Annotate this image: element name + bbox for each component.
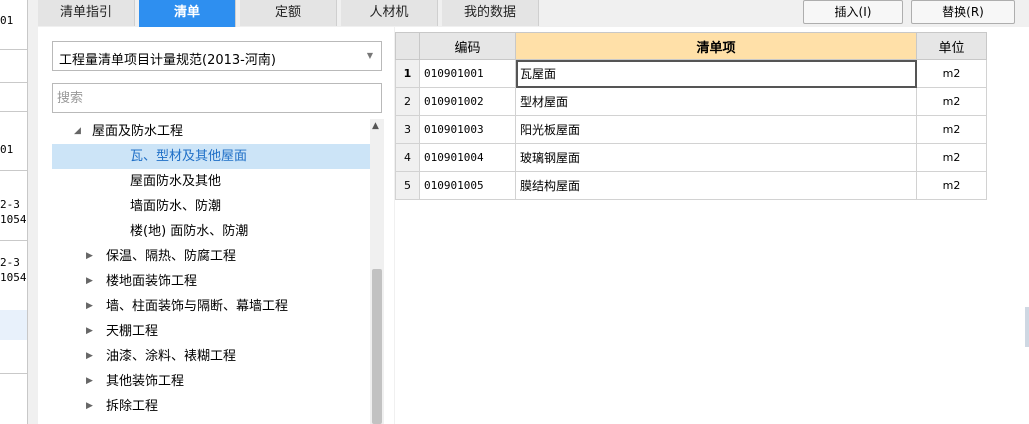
bill-tree: ◢ 屋面及防水工程 瓦、型材及其他屋面 屋面防水及其他 墙面防水、防潮 楼(地)… xyxy=(52,119,370,424)
cell-code[interactable]: 010901002 xyxy=(419,87,516,116)
table-header-row: 编码 清单项 单位 xyxy=(395,32,987,60)
row-number-header xyxy=(395,32,420,60)
tree-node-label: 屋面及防水工程 xyxy=(92,124,184,139)
caret-right-icon[interactable]: ▶ xyxy=(86,344,93,369)
tab-guide[interactable]: 清单指引 xyxy=(38,0,135,26)
tree-node-floor-waterproof[interactable]: 楼(地) 面防水、防潮 xyxy=(52,219,370,244)
row-number: 5 xyxy=(395,171,420,200)
norm-select-value: 工程量清单项目计量规范(2013-河南) xyxy=(59,53,276,68)
tree-node-roof-waterproof-other[interactable]: 屋面防水及其他 xyxy=(52,169,370,194)
cell-item-name[interactable]: 型材屋面 xyxy=(515,87,917,116)
cell-unit[interactable]: m2 xyxy=(916,115,987,144)
bill-tree-panel: 工程量清单项目计量规范(2013-河南) ▼ ◢ 屋面及防水工程 瓦、型材及其他… xyxy=(38,27,394,424)
scroll-up-icon[interactable]: ▲ xyxy=(372,121,379,131)
cell-code[interactable]: 010901003 xyxy=(419,115,516,144)
tab-quota[interactable]: 定额 xyxy=(240,0,337,26)
left-strip-cell: 01 xyxy=(0,14,14,27)
caret-down-icon[interactable]: ◢ xyxy=(74,119,81,144)
tree-node-demolition[interactable]: ▶ 拆除工程 xyxy=(52,394,370,419)
left-strip-cell: 1054 xyxy=(0,271,27,284)
table-row[interactable]: 3 010901003 阳光板屋面 m2 xyxy=(395,115,987,144)
right-edge-splitter[interactable] xyxy=(1025,307,1029,347)
left-strip-divider xyxy=(0,49,27,50)
left-strip-cell: 1054 xyxy=(0,213,27,226)
caret-right-icon[interactable]: ▶ xyxy=(86,369,93,394)
tree-node-ceiling[interactable]: ▶ 天棚工程 xyxy=(52,319,370,344)
bill-items-grid: 编码 清单项 单位 1 010901001 瓦屋面 m2 2 010901002… xyxy=(395,27,1029,424)
cell-code[interactable]: 010901001 xyxy=(419,59,516,88)
tree-node-label: 屋面防水及其他 xyxy=(130,174,222,189)
row-number: 1 xyxy=(395,59,420,88)
insert-button[interactable]: 插入(I) xyxy=(803,0,903,24)
left-strip-cell: 2-3 xyxy=(0,256,20,269)
cell-unit[interactable]: m2 xyxy=(916,87,987,116)
tree-node-label: 楼地面装饰工程 xyxy=(106,274,198,289)
cell-item-name[interactable]: 瓦屋面 xyxy=(515,59,917,88)
scrollbar-thumb[interactable] xyxy=(372,269,382,424)
left-strip-divider xyxy=(0,82,27,83)
table-row[interactable]: 1 010901001 瓦屋面 m2 xyxy=(395,59,987,88)
tree-node-insulation[interactable]: ▶ 保温、隔热、防腐工程 xyxy=(52,244,370,269)
tree-node-label: 墙面防水、防潮 xyxy=(130,199,222,214)
tree-node-paint-coating[interactable]: ▶ 油漆、涂料、裱糊工程 xyxy=(52,344,370,369)
tab-my-data[interactable]: 我的数据 xyxy=(442,0,539,26)
caret-right-icon[interactable]: ▶ xyxy=(86,394,93,419)
row-number: 2 xyxy=(395,87,420,116)
cell-unit[interactable]: m2 xyxy=(916,59,987,88)
tree-node-other-decoration[interactable]: ▶ 其他装饰工程 xyxy=(52,369,370,394)
search-input[interactable] xyxy=(52,83,382,113)
tab-labor-material-machine[interactable]: 人材机 xyxy=(341,0,438,26)
bill-items-table: 编码 清单项 单位 1 010901001 瓦屋面 m2 2 010901002… xyxy=(395,32,987,200)
tree-scrollbar[interactable]: ▲ xyxy=(370,119,384,424)
caret-right-icon[interactable]: ▶ xyxy=(86,319,93,344)
tree-node-label: 油漆、涂料、裱糊工程 xyxy=(106,349,237,364)
caret-right-icon[interactable]: ▶ xyxy=(86,269,93,294)
tree-node-label: 瓦、型材及其他屋面 xyxy=(130,149,248,164)
tab-bill[interactable]: 清单 xyxy=(139,0,236,27)
caret-right-icon[interactable]: ▶ xyxy=(86,294,93,319)
norm-select[interactable]: 工程量清单项目计量规范(2013-河南) ▼ xyxy=(52,41,382,71)
cell-code[interactable]: 010901005 xyxy=(419,171,516,200)
cell-item-name[interactable]: 玻璃钢屋面 xyxy=(515,143,917,172)
tree-node-roofing-waterproof[interactable]: ◢ 屋面及防水工程 xyxy=(52,119,370,144)
left-strip-divider xyxy=(0,373,27,374)
left-strip-highlight xyxy=(0,310,27,340)
left-strip-divider xyxy=(0,170,27,171)
left-strip-divider xyxy=(0,111,27,112)
cell-item-name[interactable]: 膜结构屋面 xyxy=(515,171,917,200)
cell-unit[interactable]: m2 xyxy=(916,143,987,172)
table-row[interactable]: 5 010901005 膜结构屋面 m2 xyxy=(395,171,987,200)
row-number: 4 xyxy=(395,143,420,172)
caret-right-icon[interactable]: ▶ xyxy=(86,244,93,269)
tree-node-label: 楼(地) 面防水、防潮 xyxy=(130,224,249,239)
tree-node-wall-waterproof[interactable]: 墙面防水、防潮 xyxy=(52,194,370,219)
tree-node-label: 其他装饰工程 xyxy=(106,374,185,389)
row-number: 3 xyxy=(395,115,420,144)
tree-node-wall-column-finishing[interactable]: ▶ 墙、柱面装饰与隔断、幕墙工程 xyxy=(52,294,370,319)
table-row[interactable]: 4 010901004 玻璃钢屋面 m2 xyxy=(395,143,987,172)
left-strip-divider xyxy=(0,240,27,241)
left-panel-cutoff: 01 01 2-3 1054 2-3 1054 xyxy=(0,0,28,424)
chevron-down-icon[interactable]: ▼ xyxy=(367,51,373,60)
replace-button[interactable]: 替换(R) xyxy=(911,0,1015,24)
tree-node-label: 保温、隔热、防腐工程 xyxy=(106,249,237,264)
tree-node-label: 拆除工程 xyxy=(106,399,159,414)
column-header-unit[interactable]: 单位 xyxy=(916,32,987,60)
column-header-code[interactable]: 编码 xyxy=(419,32,516,60)
column-header-item[interactable]: 清单项 xyxy=(515,32,917,60)
cell-code[interactable]: 010901004 xyxy=(419,143,516,172)
left-strip-cell: 01 xyxy=(0,143,14,156)
tree-node-floor-finishing[interactable]: ▶ 楼地面装饰工程 xyxy=(52,269,370,294)
cell-unit[interactable]: m2 xyxy=(916,171,987,200)
tab-bar: 清单指引 清单 定额 人材机 我的数据 xyxy=(38,0,638,27)
tree-node-label: 天棚工程 xyxy=(106,324,159,339)
tree-node-label: 墙、柱面装饰与隔断、幕墙工程 xyxy=(106,299,289,314)
tree-node-tile-roofing[interactable]: 瓦、型材及其他屋面 xyxy=(52,144,370,169)
cell-item-name[interactable]: 阳光板屋面 xyxy=(515,115,917,144)
table-row[interactable]: 2 010901002 型材屋面 m2 xyxy=(395,87,987,116)
left-strip-cell: 2-3 xyxy=(0,198,20,211)
